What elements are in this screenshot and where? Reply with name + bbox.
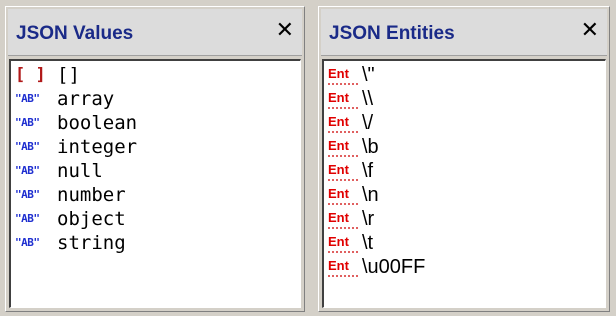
list-item-label: \/ bbox=[362, 112, 374, 134]
json-values-list[interactable]: [ ] [] "AB" array "AB" boolean "AB" inte… bbox=[9, 59, 301, 308]
json-entities-titlebar: JSON Entities ✕ bbox=[321, 9, 607, 56]
json-entities-title: JSON Entities bbox=[329, 23, 455, 44]
list-item-boolean[interactable]: "AB" boolean bbox=[15, 111, 137, 135]
list-item-array[interactable]: "AB" array bbox=[15, 87, 114, 111]
list-item-empty-array[interactable]: [ ] [] bbox=[15, 63, 80, 87]
json-values-title: JSON Values bbox=[16, 23, 134, 44]
list-item-label: \b bbox=[362, 136, 379, 158]
entity-icon: Ent bbox=[328, 113, 358, 133]
entity-icon: Ent bbox=[328, 89, 358, 109]
json-entities-list[interactable]: Ent \" Ent \\ Ent \/ Ent \b Ent \f Ent \… bbox=[322, 59, 606, 308]
list-item-label: \r bbox=[362, 208, 375, 230]
string-ab-icon: "AB" bbox=[15, 92, 40, 105]
list-item-label: object bbox=[57, 208, 126, 230]
list-item-label: number bbox=[57, 184, 126, 206]
list-item-label: string bbox=[57, 232, 126, 254]
list-item-entity-slash[interactable]: Ent \/ bbox=[328, 111, 373, 135]
list-item-entity-backslash[interactable]: Ent \\ bbox=[328, 87, 373, 111]
string-ab-icon: "AB" bbox=[15, 188, 40, 201]
list-item-string[interactable]: "AB" string bbox=[15, 231, 126, 255]
string-ab-icon: "AB" bbox=[15, 116, 40, 129]
entity-icon: Ent bbox=[328, 161, 358, 181]
entity-icon: Ent bbox=[328, 137, 358, 157]
list-item-entity-t[interactable]: Ent \t bbox=[328, 231, 373, 255]
list-item-integer[interactable]: "AB" integer bbox=[15, 135, 137, 159]
entity-icon: Ent bbox=[328, 209, 358, 229]
json-values-titlebar: JSON Values ✕ bbox=[8, 9, 302, 56]
list-item-number[interactable]: "AB" number bbox=[15, 183, 126, 207]
array-bracket-icon: [ ] bbox=[15, 65, 46, 85]
list-item-object[interactable]: "AB" object bbox=[15, 207, 126, 231]
list-item-label: \t bbox=[362, 232, 374, 254]
list-item-entity-quote[interactable]: Ent \" bbox=[328, 63, 375, 87]
close-icon[interactable]: ✕ bbox=[276, 19, 294, 43]
list-item-label: \f bbox=[362, 160, 374, 182]
close-icon[interactable]: ✕ bbox=[581, 19, 599, 43]
list-item-label: array bbox=[57, 88, 115, 110]
string-ab-icon: "AB" bbox=[15, 212, 40, 225]
string-ab-icon: "AB" bbox=[15, 140, 40, 153]
list-item-label: \u00FF bbox=[362, 256, 426, 278]
entity-icon: Ent bbox=[328, 65, 358, 85]
list-item-null[interactable]: "AB" null bbox=[15, 159, 103, 183]
list-item-label: \n bbox=[362, 184, 379, 206]
entity-icon: Ent bbox=[328, 185, 358, 205]
entity-icon: Ent bbox=[328, 257, 358, 277]
list-item-label: boolean bbox=[57, 112, 138, 134]
list-item-entity-f[interactable]: Ent \f bbox=[328, 159, 373, 183]
list-item-label: \\ bbox=[362, 88, 374, 110]
list-item-label: integer bbox=[57, 136, 138, 158]
list-item-label: [] bbox=[57, 64, 80, 86]
string-ab-icon: "AB" bbox=[15, 236, 40, 249]
json-entities-panel: JSON Entities ✕ Ent \" Ent \\ Ent \/ Ent… bbox=[318, 6, 610, 312]
list-item-entity-b[interactable]: Ent \b bbox=[328, 135, 379, 159]
string-ab-icon: "AB" bbox=[15, 164, 40, 177]
entity-icon: Ent bbox=[328, 233, 358, 253]
list-item-entity-r[interactable]: Ent \r bbox=[328, 207, 374, 231]
list-item-label: null bbox=[57, 160, 103, 182]
list-item-entity-n[interactable]: Ent \n bbox=[328, 183, 379, 207]
list-item-entity-u00ff[interactable]: Ent \u00FF bbox=[328, 255, 425, 279]
list-item-label: \" bbox=[362, 64, 375, 86]
json-values-panel: JSON Values ✕ [ ] [] "AB" array "AB" boo… bbox=[5, 6, 305, 312]
